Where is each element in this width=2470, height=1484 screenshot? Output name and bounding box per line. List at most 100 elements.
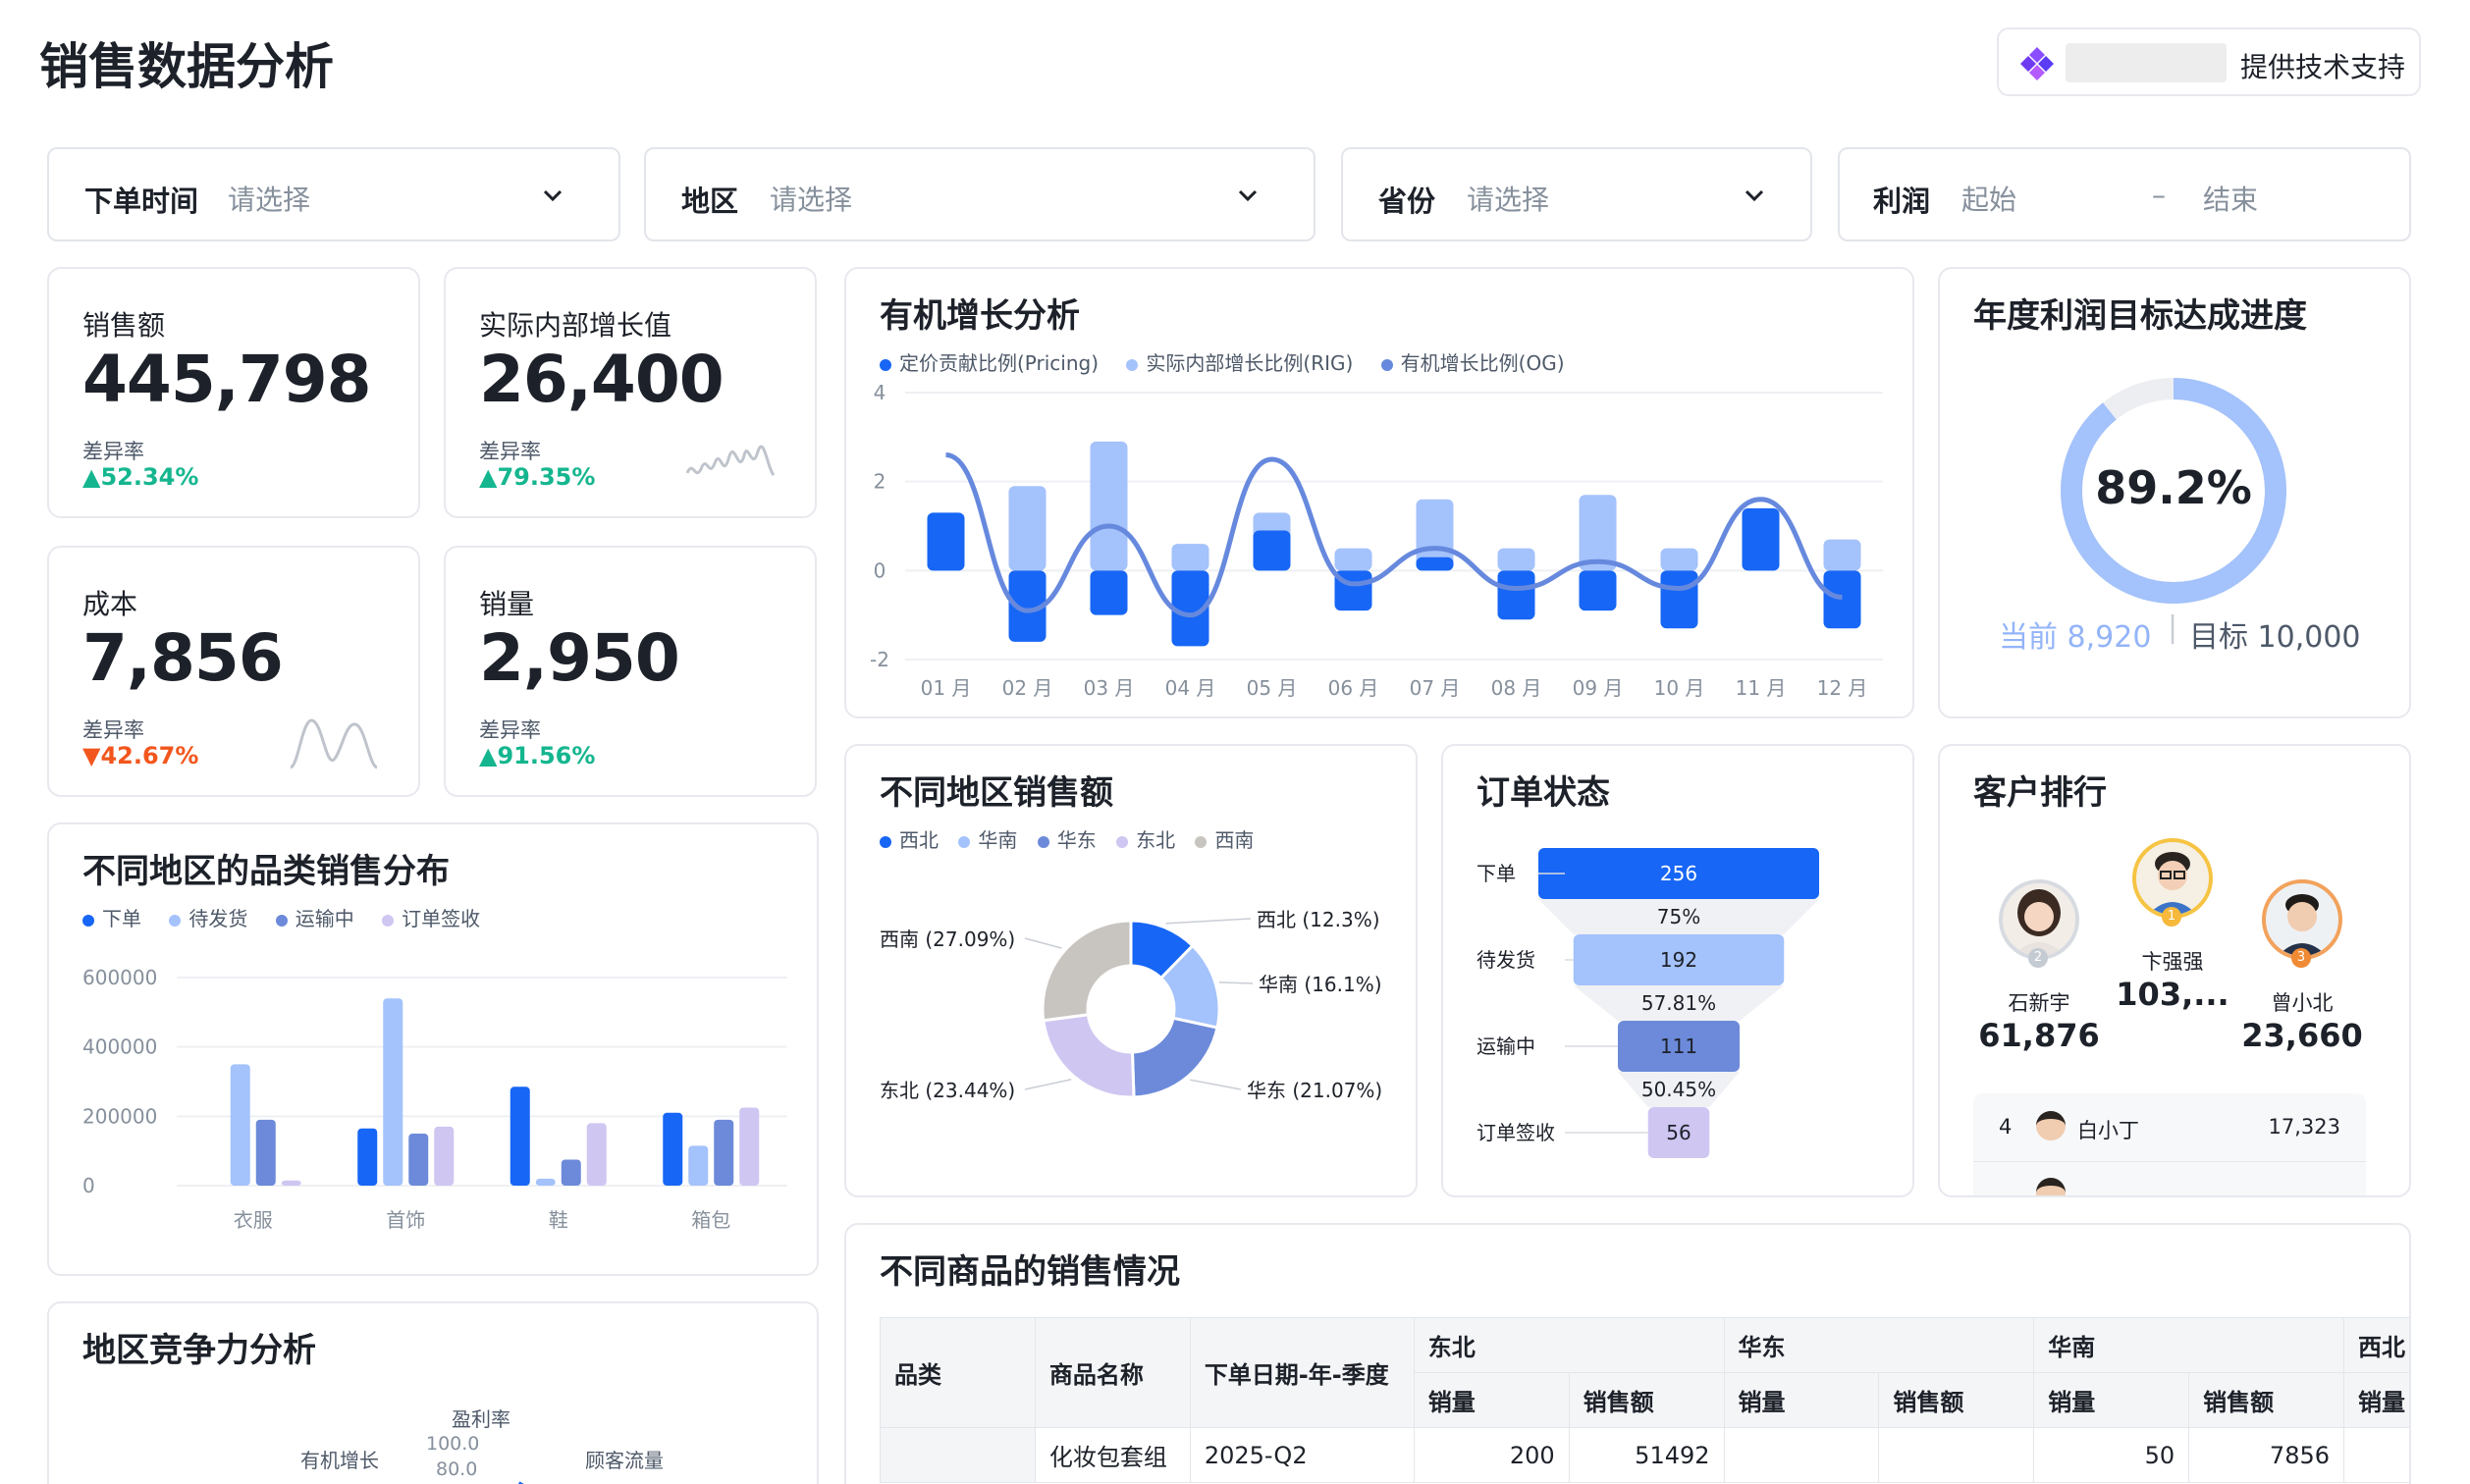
progress-target: 目标 10,000 xyxy=(2189,620,2361,655)
funnel-value-label: 56 xyxy=(1666,1121,1691,1144)
bar xyxy=(739,1107,760,1186)
col-header-region[interactable]: 东北 xyxy=(1413,1317,1725,1373)
y-tick-label: 4 xyxy=(874,381,886,404)
col-header-category[interactable]: 品类 xyxy=(880,1317,1036,1428)
bar xyxy=(383,998,403,1186)
bar-rig xyxy=(1090,441,1128,571)
kpi-label: 成本 xyxy=(82,588,138,620)
kpi-label: 实际内部增长值 xyxy=(479,309,672,342)
organic-growth-card: 有机增长分析 定价贡献比例(Pricing) 实际内部增长比例(RIG) 有机增… xyxy=(844,267,1914,718)
rank-badge: 3 xyxy=(2291,948,2311,968)
product-sales-table: 品类 商品名称 下单日期-年-季度 东北 华东 华南 西北 销量 销售额 销量 … xyxy=(880,1317,2409,1483)
filter-order-time[interactable]: 下单时间 请选择 xyxy=(47,147,620,241)
cell-value: 50 xyxy=(2033,1427,2190,1483)
bar-pricing xyxy=(1742,507,1780,571)
x-tick-label: 07 月 xyxy=(1410,676,1461,700)
bar-rig xyxy=(1497,548,1535,571)
trend-up-icon: ▲ xyxy=(479,742,498,769)
kpi-rate: ▼42.67% xyxy=(82,742,199,769)
filter-region[interactable]: 地区 请选择 xyxy=(644,147,1316,241)
support-label: 提供技术支持 xyxy=(2240,51,2406,83)
range-end-input[interactable]: 结束 xyxy=(2203,179,2258,218)
x-tick-label: 01 月 xyxy=(921,676,972,700)
card-title: 年度利润目标达成进度 xyxy=(1973,296,2307,336)
table-row[interactable]: 化妆包套组 2025-Q2 200 51492 50 7856 xyxy=(880,1427,2409,1483)
donut-slice xyxy=(1041,919,1133,1023)
bar-rig xyxy=(1008,486,1047,571)
filter-placeholder: 请选择 xyxy=(770,184,853,216)
x-tick-label: 鞋 xyxy=(549,1208,568,1232)
list-item[interactable]: 4 白小丁 17,323 xyxy=(1973,1093,2366,1162)
filter-placeholder: 请选择 xyxy=(228,184,311,216)
funnel-category-label: 待发货 xyxy=(1477,948,1535,972)
card-title: 地区竞争力分析 xyxy=(82,1331,316,1370)
conversion-rate: 50.45% xyxy=(1641,1078,1716,1101)
col-header-amount[interactable]: 销售额 xyxy=(1878,1372,2035,1428)
card-title: 不同商品的销售情况 xyxy=(880,1252,1180,1292)
page-title: 销售数据分析 xyxy=(39,38,334,95)
rank-badge: 2 xyxy=(2028,948,2048,968)
filter-label: 省份 xyxy=(1378,185,1436,218)
y-tick-label: 400000 xyxy=(82,1035,157,1059)
bar-pricing xyxy=(1253,530,1291,571)
category-sales-card: 不同地区的品类销售分布 下单 待发货 运输中 订单签收 600000 400000… xyxy=(47,822,819,1276)
col-header-region[interactable]: 西北 xyxy=(2343,1317,2409,1373)
kpi-diff-label: 差异率 xyxy=(479,718,541,742)
list-value: 17,323 xyxy=(2268,1115,2340,1139)
radar-axis-label: 盈利率 xyxy=(452,1407,510,1431)
col-header-qty[interactable]: 销量 xyxy=(1413,1372,1570,1428)
kpi-card-sales: 销售额 445,798 差异率 ▲52.34% xyxy=(47,267,420,518)
col-header-qty[interactable]: 销量 xyxy=(2033,1372,2190,1428)
chevron-down-icon[interactable] xyxy=(1742,183,1767,208)
kpi-label: 销售额 xyxy=(82,309,166,342)
col-header-qty[interactable]: 销量 xyxy=(2343,1372,2409,1428)
customer-value: 103,... xyxy=(2116,976,2229,1013)
slice-label: 东北 (23.44%) xyxy=(880,1079,1015,1102)
cell-value: 51492 xyxy=(1568,1427,1725,1483)
kpi-diff-label: 差异率 xyxy=(82,440,144,463)
col-header-date[interactable]: 下单日期-年-季度 xyxy=(1189,1317,1415,1428)
bar xyxy=(535,1178,556,1186)
bar xyxy=(688,1145,709,1186)
category-bar-chart: 600000 400000 200000 0 衣服 首饰 鞋 箱包 xyxy=(82,966,787,1232)
x-tick-label: 09 月 xyxy=(1573,676,1624,700)
filter-province[interactable]: 省份 请选择 xyxy=(1341,147,1812,241)
x-tick-label: 箱包 xyxy=(691,1208,730,1232)
col-header-qty[interactable]: 销量 xyxy=(1723,1372,1880,1428)
col-header-amount[interactable]: 销售额 xyxy=(2188,1372,2344,1428)
bar-rig xyxy=(1660,548,1698,571)
kpi-value: 445,798 xyxy=(82,342,372,417)
bar-rig xyxy=(1171,544,1209,571)
x-tick-label: 06 月 xyxy=(1328,676,1379,700)
filter-profit-range[interactable]: 利润 起始 – 结束 xyxy=(1838,147,2411,241)
order-status-card: 订单状态 75% 57.81% 50.45% 256 下单 192 待发货 111 运输中 56 订… xyxy=(1441,744,1914,1197)
bar xyxy=(663,1112,683,1186)
kpi-card-cost: 成本 7,856 差异率 ▼42.67% xyxy=(47,546,420,797)
col-header-region[interactable]: 华东 xyxy=(1723,1317,2035,1373)
col-header-product[interactable]: 商品名称 xyxy=(1034,1317,1191,1428)
slice-leader-line xyxy=(1218,981,1254,984)
range-start-input[interactable]: 起始 xyxy=(1961,179,2016,218)
y-tick-label: -2 xyxy=(870,648,889,671)
bar-rig xyxy=(1823,539,1861,571)
bar-rig xyxy=(1334,548,1372,571)
chevron-down-icon[interactable] xyxy=(540,183,565,208)
x-tick-label: 10 月 xyxy=(1654,676,1705,700)
kpi-card-quantity: 销量 2,950 差异率 ▲91.56% xyxy=(444,546,817,797)
bar-pricing xyxy=(1579,570,1617,611)
bar-pricing xyxy=(1416,556,1454,571)
customer-value: 23,660 xyxy=(2241,1017,2363,1054)
support-badge[interactable]: 提供技术支持 xyxy=(1997,27,2421,96)
cell-value: 200 xyxy=(1413,1427,1570,1483)
trend-up-icon: ▲ xyxy=(82,463,101,491)
filter-placeholder: 请选择 xyxy=(1467,184,1550,216)
col-header-amount[interactable]: 销售额 xyxy=(1568,1372,1725,1428)
chevron-down-icon[interactable] xyxy=(1235,183,1261,208)
col-header-region[interactable]: 华南 xyxy=(2033,1317,2344,1373)
radar-axis-label: 有机增长 xyxy=(300,1449,379,1472)
customer-name: 曾小北 xyxy=(2271,991,2334,1015)
kpi-diff-label: 差异率 xyxy=(82,718,144,742)
bar xyxy=(714,1119,734,1186)
sparkline xyxy=(685,445,776,477)
cell-value xyxy=(1723,1427,1880,1483)
